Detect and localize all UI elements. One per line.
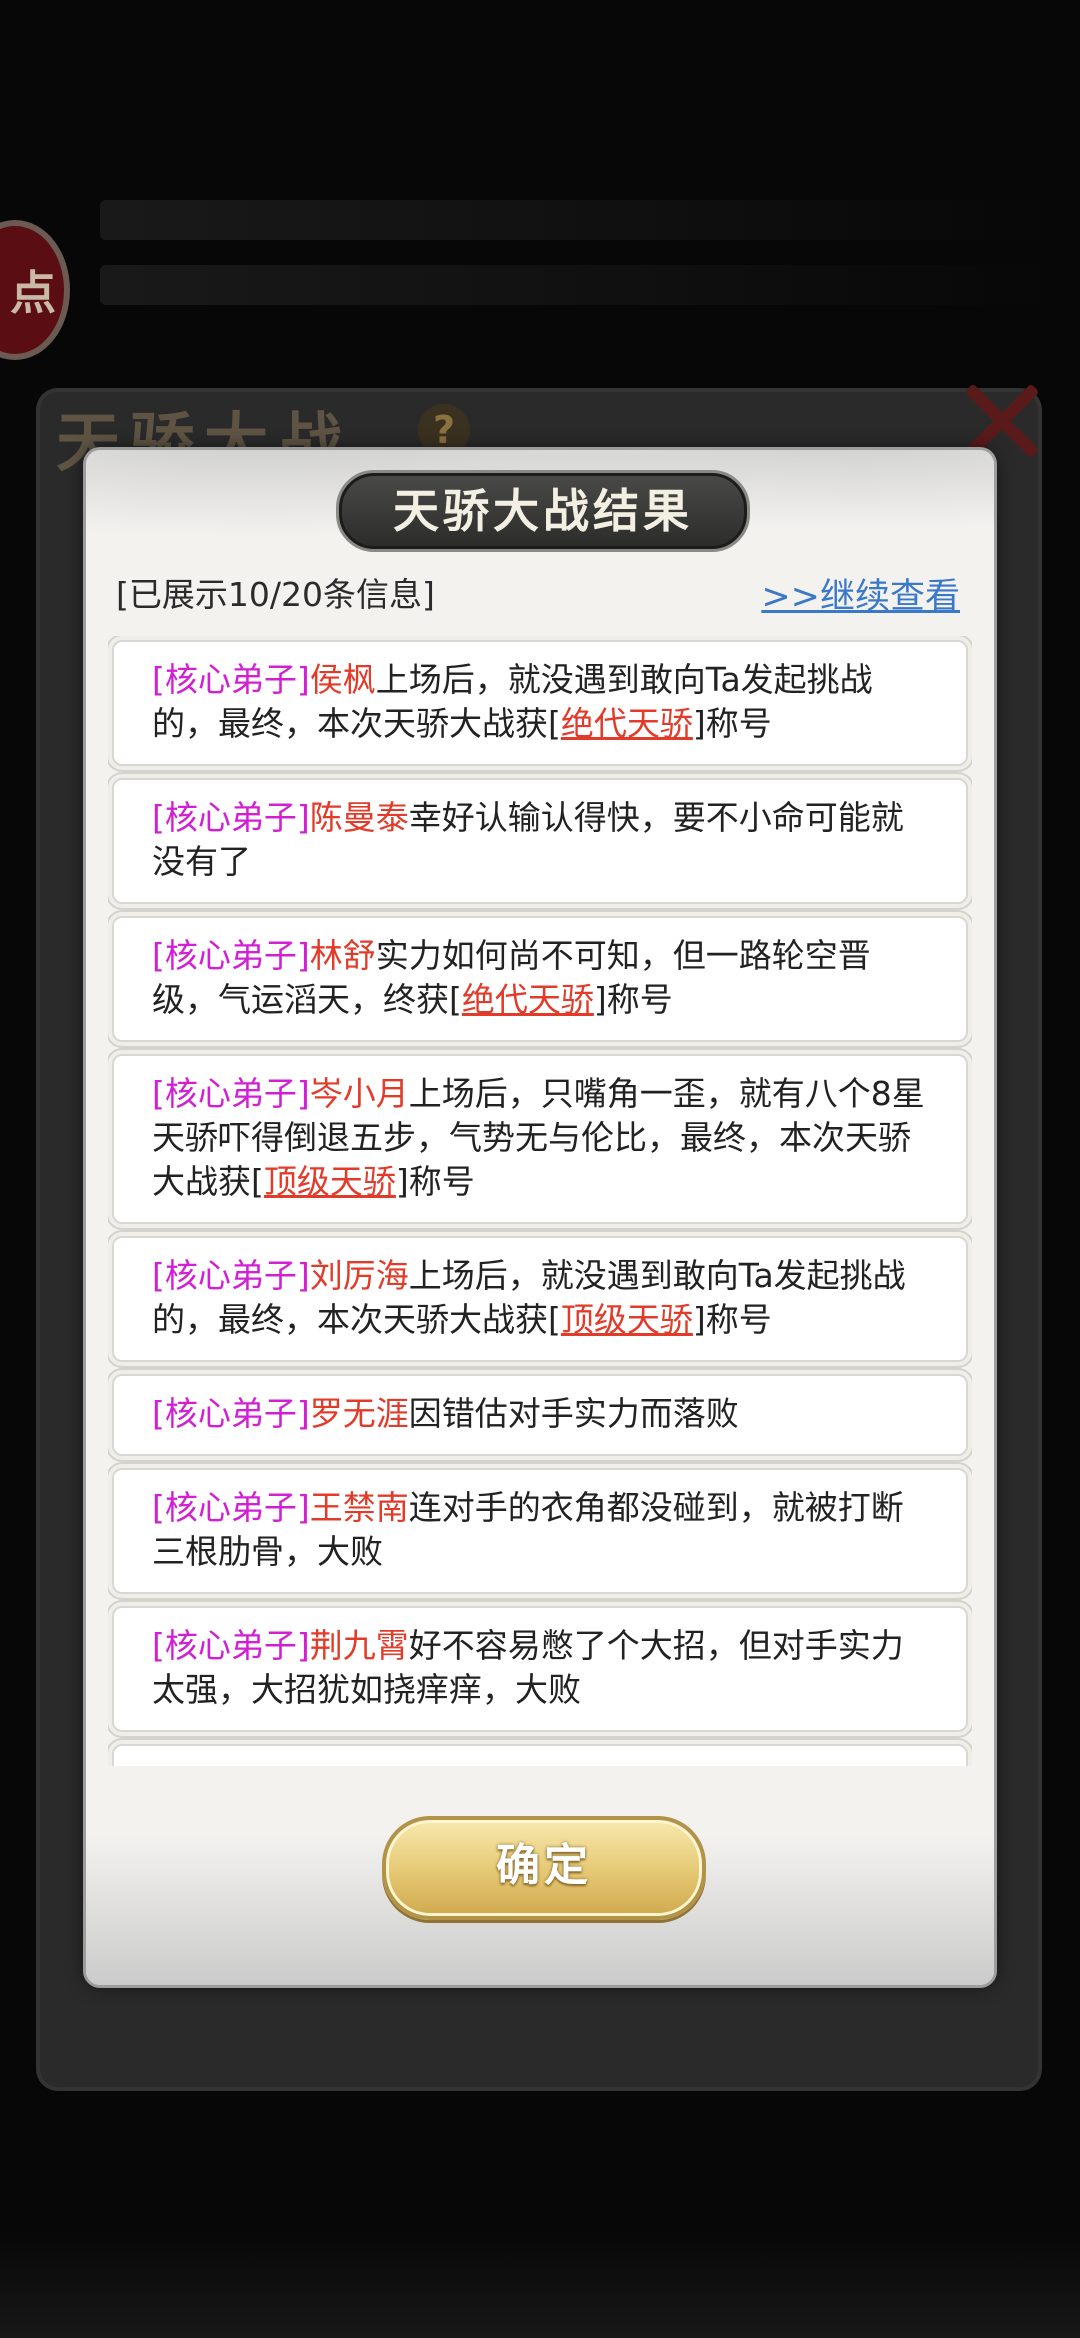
entry-name: 岑小月 [309, 1074, 409, 1113]
entry-name: 荆九霄 [309, 1626, 409, 1665]
entry-title: 顶级天骄 [560, 1300, 693, 1339]
background-text-line [100, 265, 1060, 305]
entry-name: 侯枫 [309, 660, 376, 699]
result-entry: [核心弟子]侯枫上场后，就没遇到敢向Ta发起挑战的，最终，本次天骄大战获[绝代天… [112, 640, 968, 766]
result-entry: [核心弟子]陈曼泰幸好认输认得快，要不小命可能就没有了 [112, 778, 968, 904]
entry-tag: [核心弟子] [152, 1256, 310, 1295]
entry-tag: [核心弟子] [152, 1074, 310, 1113]
entry-title: 绝代天骄 [560, 704, 693, 743]
result-entry: [核心弟子]刘厉海上场后，就没遇到敢向Ta发起挑战的，最终，本次天骄大战获[顶级… [112, 1236, 968, 1362]
entry-tag: [核心弟子] [152, 798, 310, 837]
background-side-badge: 点 [0, 220, 70, 360]
dialog-title: 天骄大战结果 [336, 470, 750, 552]
background-text-line [100, 200, 1060, 240]
entry-suffix: 称号 [705, 704, 772, 743]
entry-name: 陈曼泰 [309, 798, 409, 837]
entry-tag: [核心弟子] [152, 1488, 310, 1527]
result-entry: [核心弟子]荆九霄好不容易憋了个大招，但对手实力太强，大招犹如挠痒痒，大败 [112, 1606, 968, 1732]
entry-name: 罗无涯 [309, 1394, 409, 1433]
info-count: [已展示10/20条信息] [116, 575, 435, 614]
entry-tag: [核心弟子] [152, 660, 310, 699]
result-entry-partial [112, 1744, 968, 1766]
result-entry: [核心弟子]林舒实力如何尚不可知，但一路轮空晋级，气运滔天，终获[绝代天骄]称号 [112, 916, 968, 1042]
side-badge-label: 点 [10, 266, 56, 320]
entry-suffix: 称号 [705, 1300, 772, 1339]
entry-suffix: 称号 [408, 1162, 475, 1201]
background-footer [0, 2230, 1080, 2338]
entry-tag: [核心弟子] [152, 1626, 310, 1665]
entry-name: 林舒 [309, 936, 376, 975]
help-icon: ? [418, 404, 470, 456]
entry-name: 王禁南 [309, 1488, 409, 1527]
result-list[interactable]: [核心弟子]侯枫上场后，就没遇到敢向Ta发起挑战的，最终，本次天骄大战获[绝代天… [108, 636, 972, 1766]
entry-suffix: 称号 [606, 980, 673, 1019]
entry-tag: [核心弟子] [152, 936, 310, 975]
entry-title: 顶级天骄 [263, 1162, 396, 1201]
continue-view-link[interactable]: >>继续查看 [761, 568, 960, 619]
confirm-button[interactable]: 确定 [382, 1816, 706, 1920]
result-entry: [核心弟子]王禁南连对手的衣角都没碰到，就被打断三根肋骨，大败 [112, 1468, 968, 1594]
entry-text: 因错估对手实力而落败 [408, 1394, 739, 1433]
result-dialog: 天骄大战结果 [已展示10/20条信息] >>继续查看 [核心弟子]侯枫上场后，… [86, 450, 994, 1985]
entry-tag: [核心弟子] [152, 1394, 310, 1433]
entry-title: 绝代天骄 [461, 980, 594, 1019]
result-entry: [核心弟子]罗无涯因错估对手实力而落败 [112, 1374, 968, 1456]
entry-name: 刘厉海 [309, 1256, 409, 1295]
result-entry: [核心弟子]岑小月上场后，只嘴角一歪，就有八个8星天骄吓得倒退五步，气势无与伦比… [112, 1054, 968, 1224]
